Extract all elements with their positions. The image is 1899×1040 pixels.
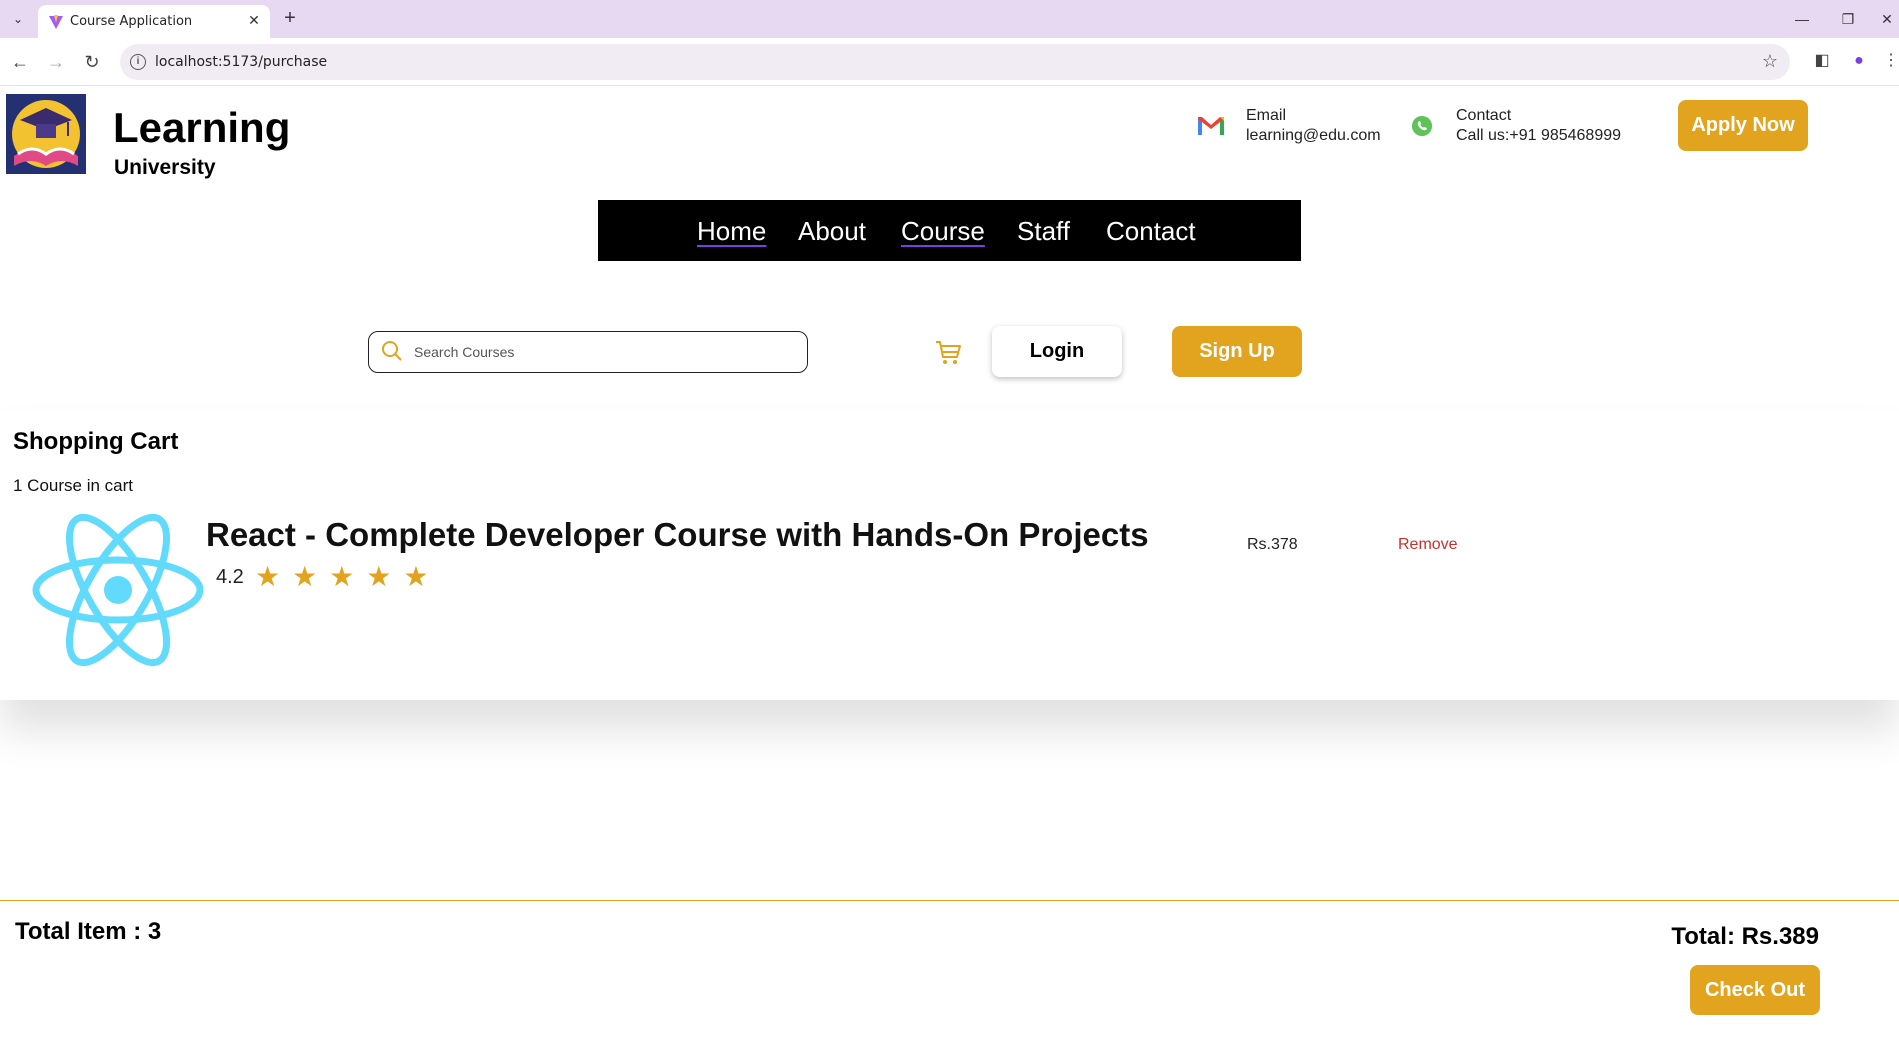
nav-staff[interactable]: Staff <box>1017 216 1070 247</box>
search-input[interactable] <box>414 342 794 362</box>
university-logo[interactable] <box>6 94 86 174</box>
checkout-button[interactable]: Check Out <box>1690 965 1820 1015</box>
remove-button[interactable]: Remove <box>1398 536 1458 554</box>
contact-value: Call us:+91 985468999 <box>1456 127 1622 144</box>
search-box[interactable] <box>368 331 808 373</box>
react-logo-icon[interactable] <box>30 512 206 668</box>
nav-home[interactable]: Home <box>697 216 766 247</box>
new-tab-icon[interactable]: + <box>280 8 300 28</box>
course-rating: 4.2 <box>216 566 244 588</box>
brand-name: Learning <box>113 104 291 151</box>
gmail-icon <box>1198 117 1224 135</box>
forward-icon[interactable]: → <box>44 50 68 74</box>
total-price: Total: Rs.389 <box>1671 923 1819 950</box>
phone-icon <box>1412 116 1432 136</box>
vite-favicon-icon <box>49 15 63 29</box>
apply-now-button[interactable]: Apply Now <box>1678 100 1808 151</box>
main-navigation: Home About Course Staff Contact <box>598 200 1301 261</box>
course-title[interactable]: React - Complete Developer Course with H… <box>206 516 1149 554</box>
signup-button[interactable]: Sign Up <box>1172 326 1302 377</box>
cart-panel <box>0 410 1899 700</box>
browser-tab-bar: ⌄ Course Application ✕ + — ❐ ✕ <box>0 0 1899 38</box>
url-text[interactable]: localhost:5173/purchase <box>155 54 327 70</box>
tab-list-chevron-icon[interactable]: ⌄ <box>8 9 28 29</box>
nav-contact[interactable]: Contact <box>1106 216 1196 247</box>
tab-title: Course Application <box>70 14 193 29</box>
restore-icon[interactable]: ❐ <box>1836 7 1860 31</box>
minimize-icon[interactable]: — <box>1790 7 1814 31</box>
nav-course[interactable]: Course <box>901 216 985 247</box>
course-price: Rs.378 <box>1247 536 1298 553</box>
bookmark-star-icon[interactable]: ☆ <box>1762 51 1778 72</box>
rating-stars-icon: ★★★★★ <box>255 561 441 592</box>
browser-toolbar: ← → ↻ i localhost:5173/purchase ☆ ◧ ● ⋮ <box>0 38 1899 86</box>
back-icon[interactable]: ← <box>8 50 32 74</box>
email-label: Email <box>1246 107 1287 124</box>
total-items: Total Item : 3 <box>15 918 162 945</box>
reload-icon[interactable]: ↻ <box>80 50 104 74</box>
cart-icon[interactable] <box>934 338 962 366</box>
browser-tab[interactable]: Course Application ✕ <box>38 5 270 38</box>
address-bar[interactable]: i localhost:5173/purchase ☆ <box>120 44 1790 80</box>
footer-divider <box>0 900 1899 901</box>
email-value: learning@edu.com <box>1246 127 1381 144</box>
contact-label: Contact <box>1456 107 1512 124</box>
brand-subtitle: University <box>114 156 216 179</box>
login-button[interactable]: Login <box>992 326 1122 377</box>
close-window-icon[interactable]: ✕ <box>1875 7 1899 31</box>
profile-icon[interactable]: ● <box>1848 50 1870 72</box>
cart-title: Shopping Cart <box>13 428 179 455</box>
tab-close-icon[interactable]: ✕ <box>246 12 262 28</box>
nav-about[interactable]: About <box>798 216 866 247</box>
cart-count: 1 Course in cart <box>13 476 133 495</box>
site-info-icon[interactable]: i <box>130 54 146 70</box>
search-icon <box>382 341 402 361</box>
menu-kebab-icon[interactable]: ⋮ <box>1880 50 1899 72</box>
side-panel-icon[interactable]: ◧ <box>1811 50 1833 72</box>
